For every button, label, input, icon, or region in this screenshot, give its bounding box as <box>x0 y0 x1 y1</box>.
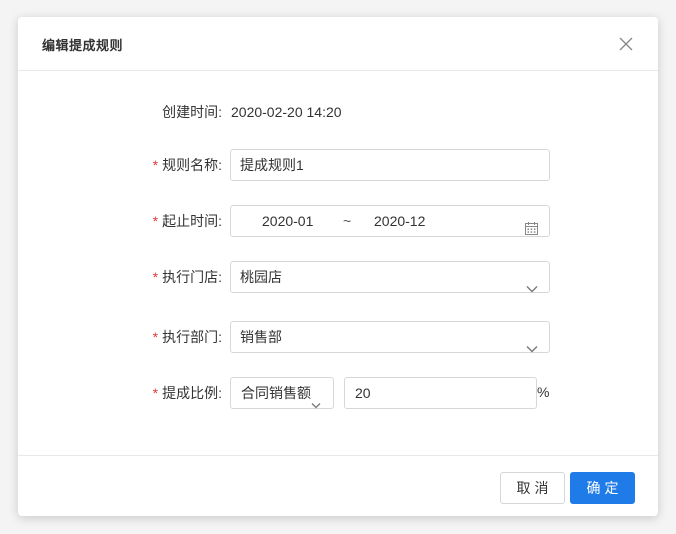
created-time-label: 创建时间: <box>162 104 222 120</box>
edit-rule-dialog: 编辑提成规则 创建时间: 2020-02-20 14:20 * 规则名称: 提成规… <box>18 17 658 516</box>
department-select[interactable]: 销售部 <box>230 321 550 353</box>
date-separator: ~ <box>343 213 352 229</box>
created-time-row: 创建时间: 2020-02-20 14:20 <box>18 96 658 128</box>
required-mark: * <box>152 157 159 173</box>
store-row: * 执行门店: 桃园店 <box>18 261 658 293</box>
dialog-title: 编辑提成规则 <box>42 38 124 53</box>
chevron-down-icon <box>311 389 321 409</box>
ratio-value: 20 <box>355 385 371 401</box>
ratio-basis-value: 合同销售额 <box>241 385 311 401</box>
period-row: * 起止时间: 2020-01 ~ 2020-12 <box>18 205 658 237</box>
confirm-button[interactable]: 确定 <box>570 472 635 504</box>
department-value: 销售部 <box>240 329 282 345</box>
rule-name-label: * 规则名称: <box>152 157 222 173</box>
chevron-down-icon <box>526 333 538 353</box>
ratio-basis-select[interactable]: 合同销售额 <box>230 377 334 409</box>
store-label: * 执行门店: <box>152 269 222 285</box>
created-time-value: 2020-02-20 14:20 <box>231 104 342 120</box>
percent-unit: % <box>537 384 550 400</box>
cancel-button[interactable]: 取消 <box>500 472 565 504</box>
department-row: * 执行部门: 销售部 <box>18 321 658 353</box>
store-select[interactable]: 桃园店 <box>230 261 550 293</box>
chevron-down-icon <box>526 273 538 293</box>
date-end[interactable]: 2020-12 <box>374 206 425 236</box>
date-start[interactable]: 2020-01 <box>262 206 313 236</box>
department-label: * 执行部门: <box>152 329 222 345</box>
dialog-header: 编辑提成规则 <box>18 17 658 71</box>
required-mark: * <box>152 329 159 345</box>
rule-name-value: 提成规则1 <box>240 157 304 173</box>
required-mark: * <box>152 213 159 229</box>
ratio-label: * 提成比例: <box>152 385 222 401</box>
required-mark: * <box>152 385 159 401</box>
calendar-icon[interactable] <box>525 215 538 235</box>
rule-name-input[interactable]: 提成规则1 <box>230 149 550 181</box>
store-value: 桃园店 <box>240 269 282 285</box>
period-label: * 起止时间: <box>152 213 222 229</box>
dialog-footer: 取消 确定 <box>18 455 658 517</box>
required-mark: * <box>152 269 159 285</box>
close-icon[interactable] <box>618 36 634 52</box>
ratio-row: * 提成比例: 合同销售额 20 % <box>18 377 658 409</box>
ratio-input[interactable]: 20 <box>344 377 537 409</box>
rule-name-row: * 规则名称: 提成规则1 <box>18 149 658 181</box>
date-range-picker[interactable]: 2020-01 ~ 2020-12 <box>230 205 550 237</box>
